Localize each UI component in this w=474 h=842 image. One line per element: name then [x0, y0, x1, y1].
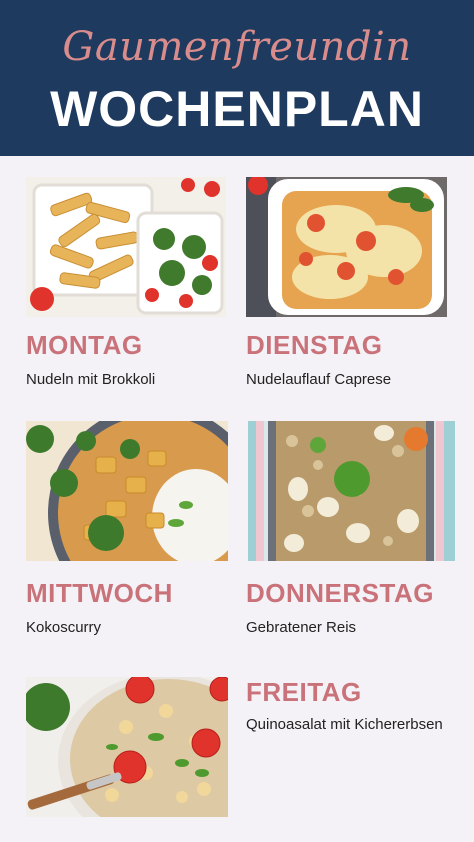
- day-label-thursday: DONNERSTAG: [246, 578, 434, 608]
- pasta-lunchbox-photo: [26, 177, 226, 317]
- dish-wednesday: Kokoscurry: [26, 619, 102, 636]
- day-label-friday: FREITAG: [246, 677, 362, 707]
- day-label-monday: MONTAG: [26, 330, 143, 360]
- day-label-tuesday: DIENSTAG: [246, 330, 383, 360]
- header-banner: Gaumenfreundin WOCHENPLAN: [0, 0, 474, 156]
- fried-rice-photo: [248, 421, 455, 561]
- page-title: WOCHENPLAN: [50, 81, 424, 137]
- day-label-wednesday: MITTWOCH: [26, 578, 173, 608]
- dish-tuesday: Nudelauflauf Caprese: [246, 371, 392, 388]
- brand-name: Gaumenfreundin: [62, 24, 412, 70]
- quinoa-salad-photo: [26, 677, 228, 817]
- dish-friday: Quinoasalat mit Kichererbsen: [246, 716, 443, 733]
- dish-thursday: Gebratener Reis: [246, 619, 357, 636]
- dish-monday: Nudeln mit Brokkoli: [26, 371, 156, 388]
- pasta-bake-photo: [246, 177, 447, 317]
- coconut-curry-photo: [26, 421, 228, 561]
